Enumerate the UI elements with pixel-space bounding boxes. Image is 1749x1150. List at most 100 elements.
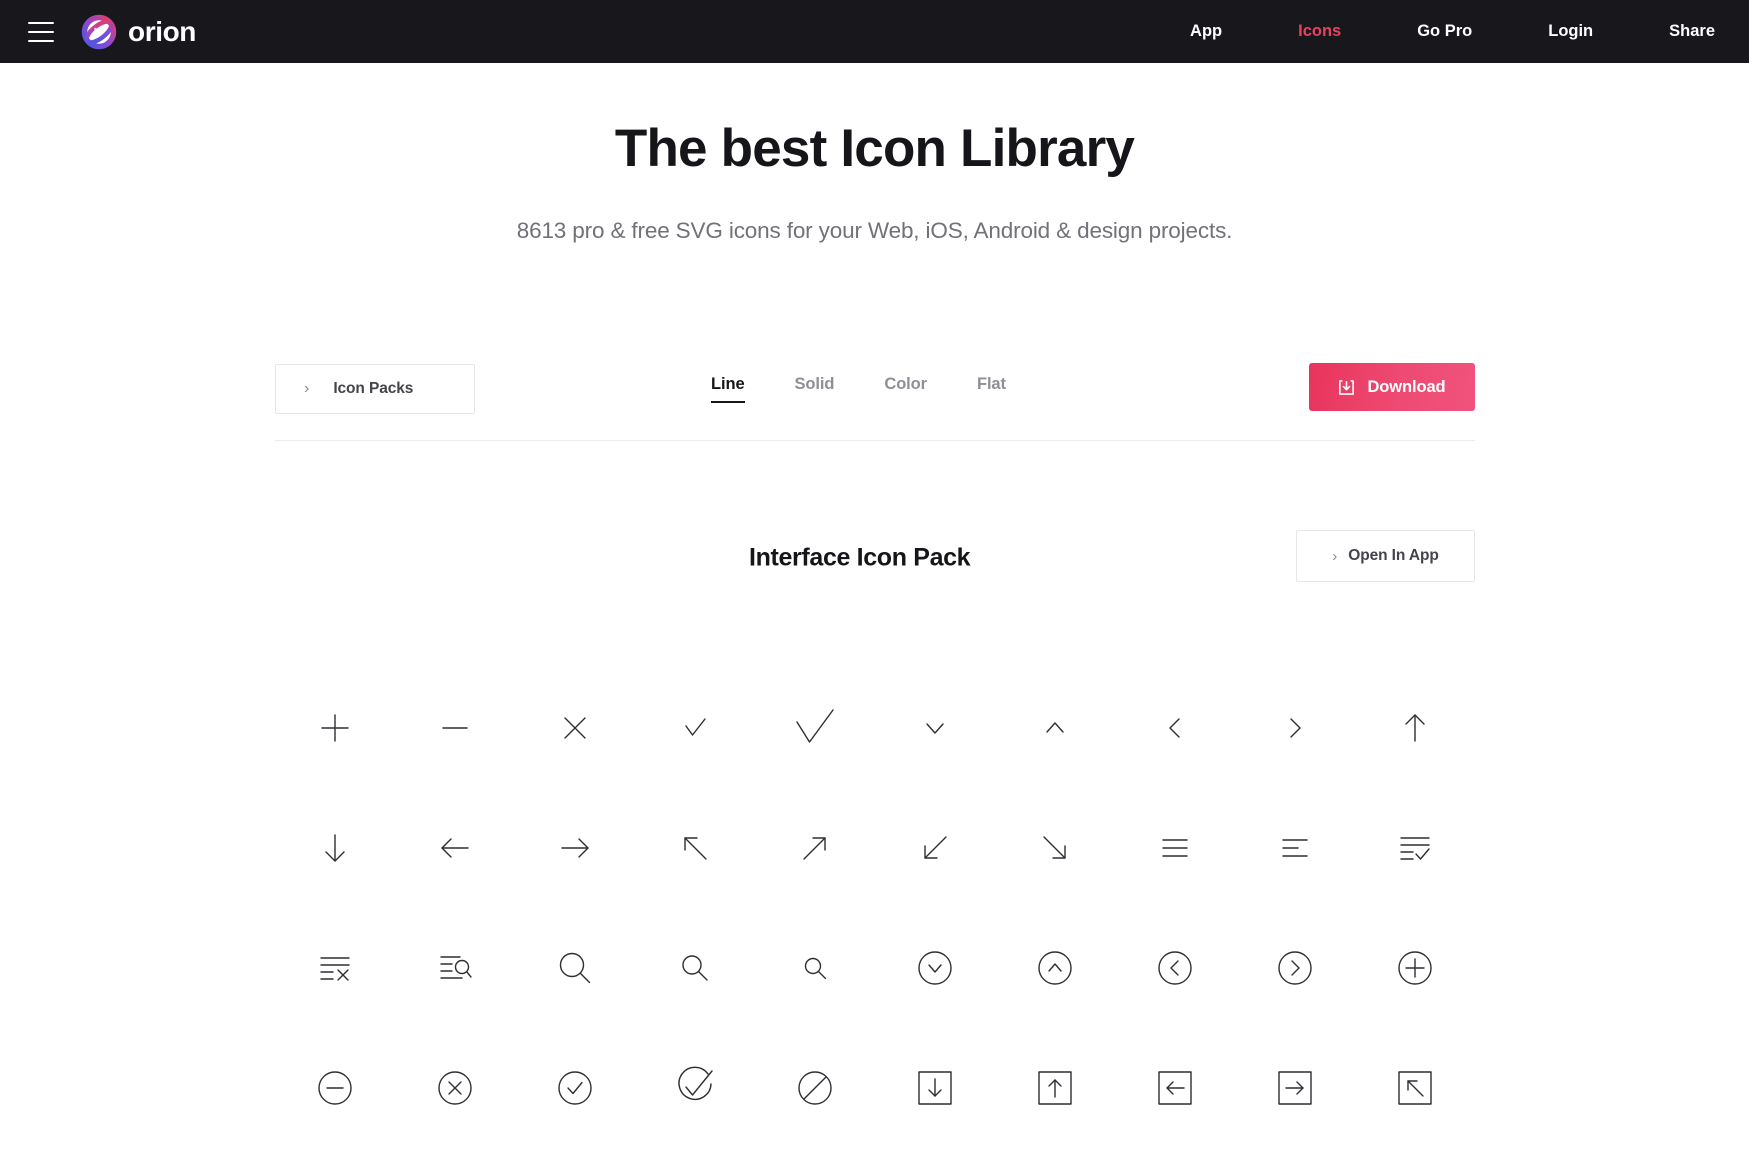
icon-arrow-down[interactable]: [275, 788, 395, 908]
icon-grid: [275, 668, 1475, 1148]
icon-search-large[interactable]: [515, 908, 635, 1028]
icon-square-arrow-left[interactable]: [1115, 1028, 1235, 1148]
tab-flat[interactable]: Flat: [977, 375, 1006, 403]
arrow-up-right-icon: [803, 837, 826, 860]
nav-item-go-pro[interactable]: Go Pro: [1417, 16, 1472, 47]
icon-list-align[interactable]: [1235, 788, 1355, 908]
nav-item-share[interactable]: Share: [1669, 16, 1715, 47]
icon-list-remove[interactable]: [275, 908, 395, 1028]
circle-minus-icon: [318, 1071, 352, 1105]
circle-chevron-up-icon: [1038, 951, 1072, 985]
pack-header: Interface Icon Pack › Open In App: [275, 530, 1475, 586]
circle-slash-icon: [798, 1071, 832, 1105]
icon-list-search[interactable]: [395, 908, 515, 1028]
check-large-icon: [796, 709, 834, 743]
icon-chevron-right[interactable]: [1235, 668, 1355, 788]
icon-circle-check[interactable]: [515, 1028, 635, 1148]
site-header: orion App Icons Go Pro Login Share: [0, 0, 1749, 63]
circle-chevron-down-icon: [918, 951, 952, 985]
download-button[interactable]: Download: [1309, 363, 1475, 411]
list-remove-icon: [320, 957, 350, 981]
icon-arrow-up-right[interactable]: [755, 788, 875, 908]
icon-arrow-down-left[interactable]: [875, 788, 995, 908]
download-icon: [1339, 379, 1355, 395]
style-tab-group: Line Solid Color Flat: [711, 361, 1006, 417]
icon-chevron-up[interactable]: [995, 668, 1115, 788]
hero-section: The best Icon Library 8613 pro & free SV…: [0, 63, 1749, 244]
open-in-app-button[interactable]: › Open In App: [1296, 530, 1475, 582]
search-small-icon: [804, 957, 826, 979]
main-nav: App Icons Go Pro Login Share: [1190, 16, 1715, 47]
icon-square-arrow-down[interactable]: [875, 1028, 995, 1148]
search-large-icon: [559, 952, 591, 984]
chevron-down-icon: [926, 723, 944, 734]
hamburger-icon[interactable]: [28, 21, 54, 42]
page-title: The best Icon Library: [614, 119, 1135, 178]
circle-check-large-icon: [678, 1066, 713, 1101]
icon-list-check[interactable]: [1355, 788, 1475, 908]
arrow-down-right-icon: [1043, 836, 1066, 859]
hamburger-line: [28, 39, 54, 42]
icon-plus[interactable]: [275, 668, 395, 788]
icon-check-large[interactable]: [755, 668, 875, 788]
icon-square-arrow-up-left[interactable]: [1355, 1028, 1475, 1148]
icon-minus[interactable]: [395, 668, 515, 788]
icon-circle-chevron-left[interactable]: [1115, 908, 1235, 1028]
open-in-app-label: Open In App: [1348, 547, 1439, 564]
icon-circle-minus[interactable]: [275, 1028, 395, 1148]
icon-search-medium[interactable]: [635, 908, 755, 1028]
list-check-icon: [1400, 837, 1430, 860]
tab-solid[interactable]: Solid: [795, 375, 835, 403]
arrow-right-icon: [561, 838, 589, 858]
icon-circle-plus[interactable]: [1355, 908, 1475, 1028]
list-search-icon: [440, 956, 472, 979]
arrow-left-icon: [441, 838, 469, 858]
icon-arrow-left[interactable]: [395, 788, 515, 908]
nav-item-icons[interactable]: Icons: [1298, 16, 1341, 47]
icon-circle-chevron-right[interactable]: [1235, 908, 1355, 1028]
filter-toolbar: › Icon Packs Line Solid Color Flat Downl…: [275, 361, 1475, 417]
icon-chevron-left[interactable]: [1115, 668, 1235, 788]
icon-arrow-down-right[interactable]: [995, 788, 1115, 908]
tab-line[interactable]: Line: [711, 375, 745, 403]
brand-logo-link[interactable]: orion: [81, 14, 196, 50]
orion-logo-icon: [81, 14, 117, 49]
square-arrow-left-icon: [1158, 1071, 1192, 1105]
arrow-up-icon: [1405, 714, 1425, 742]
icon-chevron-down[interactable]: [875, 668, 995, 788]
tab-color[interactable]: Color: [884, 375, 927, 403]
icon-arrow-up[interactable]: [1355, 668, 1475, 788]
icon-arrow-up-left[interactable]: [635, 788, 755, 908]
chevron-right-icon: ›: [1332, 547, 1338, 565]
minus-icon: [442, 727, 468, 729]
circle-x-icon: [438, 1071, 472, 1105]
icon-circle-chevron-down[interactable]: [875, 908, 995, 1028]
icon-search-small[interactable]: [755, 908, 875, 1028]
arrow-down-left-icon: [924, 836, 947, 859]
icon-circle-chevron-up[interactable]: [995, 908, 1115, 1028]
list-align-icon: [1282, 839, 1308, 857]
circle-chevron-right-icon: [1278, 951, 1312, 985]
icon-square-arrow-up[interactable]: [995, 1028, 1115, 1148]
chevron-up-icon: [1046, 722, 1064, 733]
chevron-right-icon: [1290, 718, 1301, 738]
check-icon: [685, 718, 706, 736]
toolbar-divider: [275, 440, 1475, 441]
chevron-right-icon: ›: [304, 380, 310, 397]
icon-arrow-right[interactable]: [515, 788, 635, 908]
nav-item-app[interactable]: App: [1190, 16, 1222, 47]
icon-circle-slash[interactable]: [755, 1028, 875, 1148]
icon-close-x[interactable]: [515, 668, 635, 788]
pack-title: Interface Icon Pack: [749, 543, 971, 572]
icon-menu-lines[interactable]: [1115, 788, 1235, 908]
square-arrow-down-icon: [918, 1071, 952, 1105]
brand-name: orion: [128, 15, 196, 47]
square-arrow-up-icon: [1038, 1071, 1072, 1105]
icon-circle-check-large[interactable]: [635, 1028, 755, 1148]
icon-check[interactable]: [635, 668, 755, 788]
icon-circle-x[interactable]: [395, 1028, 515, 1148]
hero-subtitle: 8613 pro & free SVG icons for your Web, …: [516, 217, 1233, 243]
nav-item-login[interactable]: Login: [1548, 16, 1593, 47]
icon-square-arrow-right[interactable]: [1235, 1028, 1355, 1148]
icon-packs-button[interactable]: › Icon Packs: [275, 364, 475, 414]
